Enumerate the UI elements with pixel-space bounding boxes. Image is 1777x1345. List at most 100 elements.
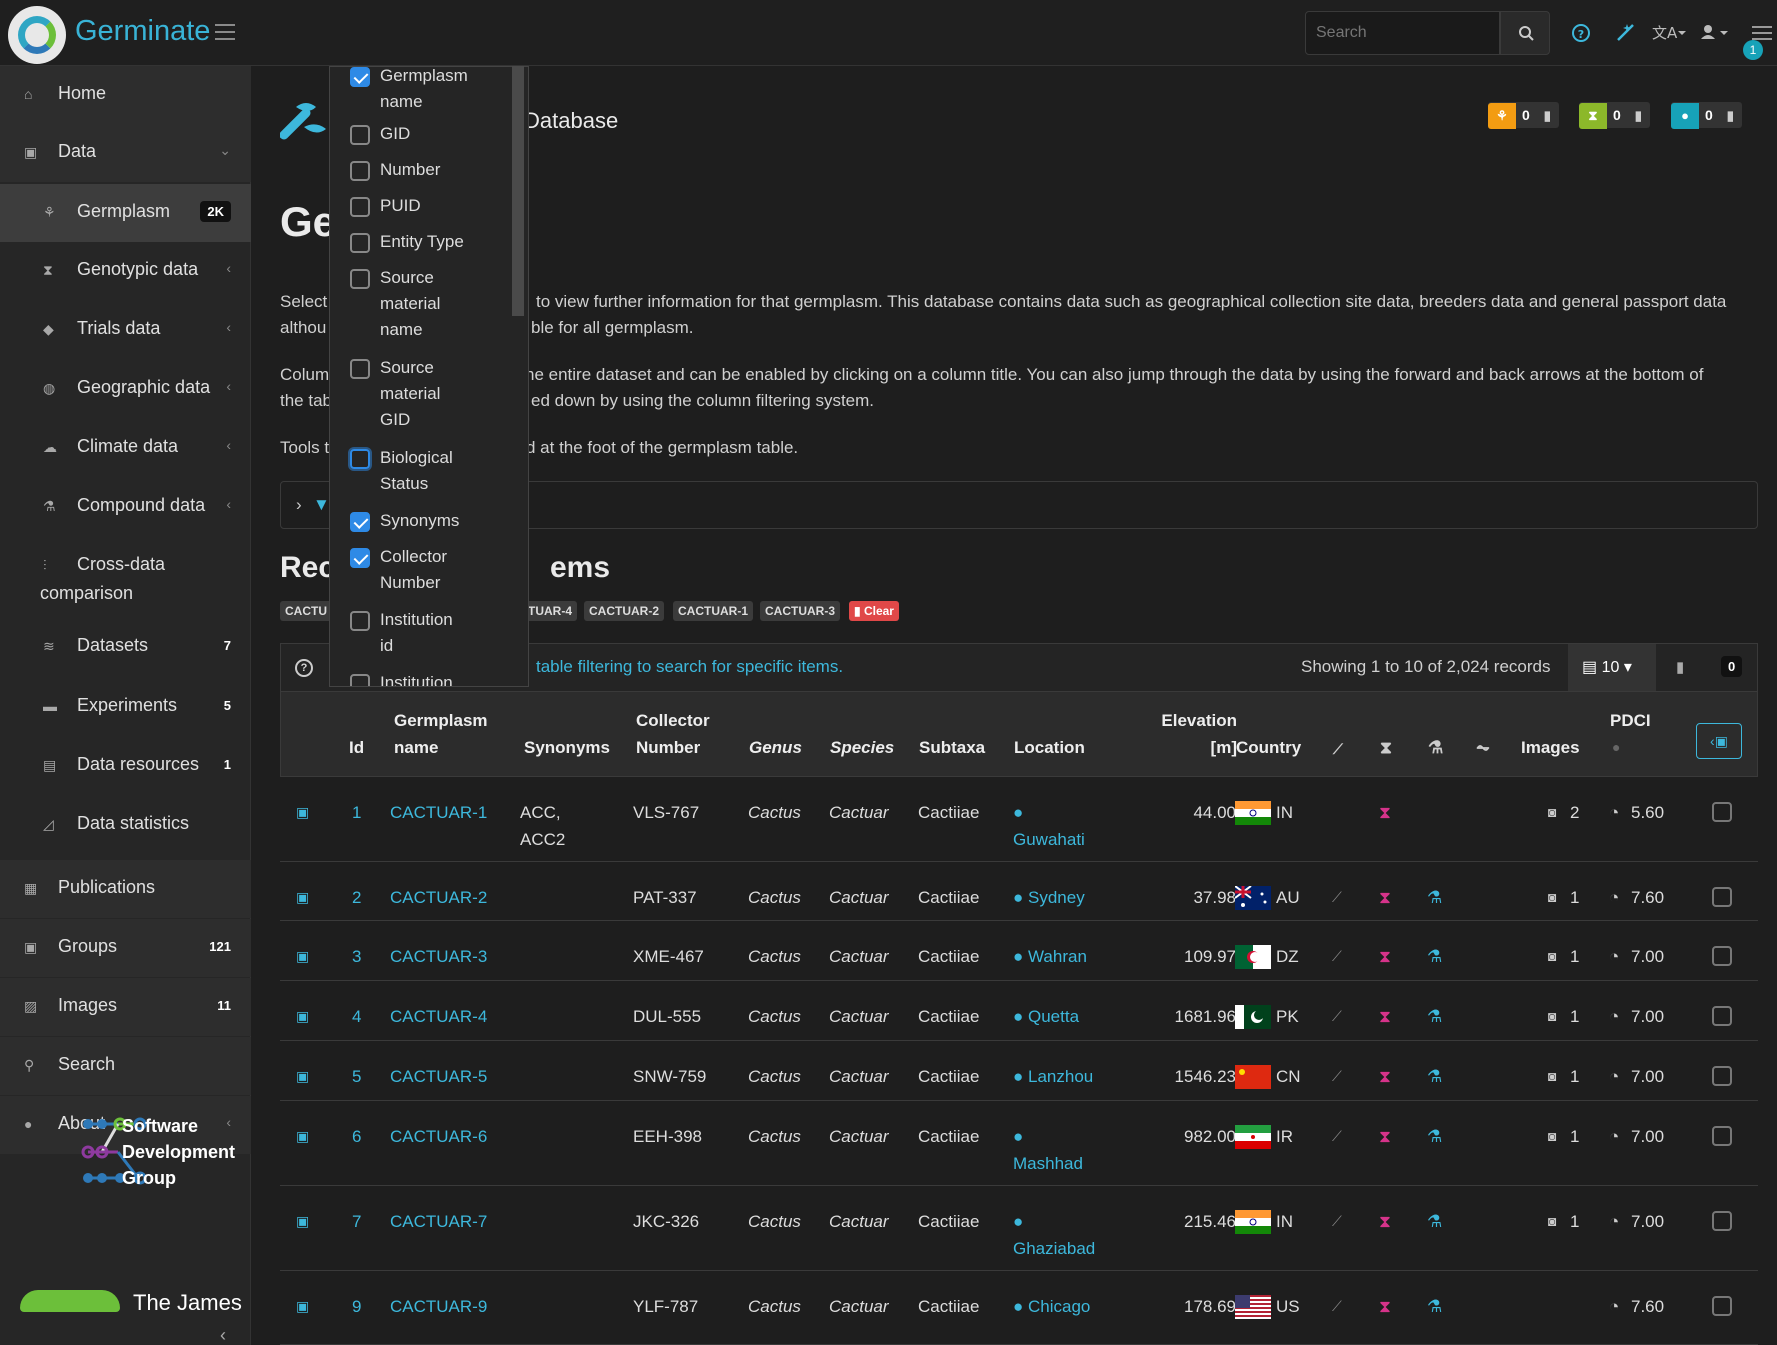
row-id[interactable]: 5 [352, 1063, 361, 1090]
pedigree-icon[interactable]: ⟋ [1332, 1208, 1342, 1235]
table-filter-hint[interactable]: table filtering to search for specific i… [536, 657, 843, 677]
flask-icon[interactable]: ⚗ [1428, 734, 1443, 761]
recent-tag[interactable]: CACTUAR-3 [760, 601, 840, 621]
hourglass-icon[interactable]: ⧗ [1379, 1208, 1391, 1235]
column-checkbox[interactable] [350, 611, 370, 631]
row-details-icon[interactable]: ▣ [296, 889, 309, 906]
camera-icon[interactable]: ◙ [1548, 1208, 1556, 1235]
row-select-checkbox[interactable] [1712, 1296, 1732, 1316]
column-header-images[interactable]: Images [1521, 734, 1580, 761]
sidebar-item-data[interactable]: ▣ Data ⌄ [0, 124, 251, 182]
sidebar-item-home[interactable]: ⌂ Home [0, 66, 251, 124]
menu-toggle-icon[interactable] [215, 24, 235, 45]
row-select-checkbox[interactable] [1712, 1006, 1732, 1026]
pedigree-icon[interactable]: ⟋ [1332, 1003, 1342, 1030]
germplasm-name-link[interactable]: CACTUAR-6 [390, 1123, 487, 1150]
camera-icon[interactable]: ◙ [1548, 943, 1556, 970]
trash-icon[interactable]: ▮ [1676, 658, 1684, 676]
sidebar-item-search[interactable]: ⚲ Search [0, 1037, 251, 1095]
column-header-germplasm-name[interactable]: Germplasm name [394, 707, 488, 761]
location-cell[interactable]: ● Chicago [1013, 1293, 1090, 1320]
sidebar-item-data-resources[interactable]: ▤ Data resources 1 [0, 737, 251, 795]
row-select-checkbox[interactable] [1712, 802, 1732, 822]
flask-icon[interactable]: ⚗ [1427, 1063, 1442, 1090]
flask-icon[interactable]: ⚗ [1427, 1003, 1442, 1030]
sidebar-item-genotypic-data[interactable]: ⧗ Genotypic data ‹ [0, 242, 251, 300]
trash-icon[interactable]: ▮ [1719, 103, 1742, 129]
table-row[interactable]: ▣ 1 CACTUAR-1 ACC, ACC2 VLS-767 Cactus Cactuar C… [280, 777, 1758, 862]
germplasm-name-link[interactable]: CACTUAR-7 [390, 1208, 487, 1235]
per-page-dropdown[interactable]: ▤ 10 ▾ [1568, 644, 1656, 691]
location-cell[interactable]: ● Mashhad [1013, 1123, 1083, 1177]
column-header-species[interactable]: Species [830, 734, 894, 761]
trash-icon[interactable]: ▮ [1627, 103, 1650, 129]
language-icon[interactable]: 文A [1652, 20, 1688, 46]
marked-germplasm-badge[interactable]: ⚘ 0 ▮ [1488, 102, 1559, 129]
search-input[interactable] [1305, 11, 1500, 55]
germplasm-name-link[interactable]: CACTUAR-3 [390, 943, 487, 970]
row-id[interactable]: 4 [352, 1003, 361, 1030]
clear-recent-button[interactable]: ▮ Clear [849, 601, 899, 621]
row-details-icon[interactable]: ▣ [296, 948, 309, 965]
recent-tag[interactable]: CACTUAR-2 [584, 601, 664, 621]
column-checkbox[interactable] [350, 359, 370, 379]
sidebar-item-geographic-data[interactable]: ◍ Geographic data ‹ [0, 360, 251, 418]
row-select-checkbox[interactable] [1712, 1126, 1732, 1146]
sidebar-item-datasets[interactable]: ≋ Datasets 7 [0, 618, 251, 676]
row-select-checkbox[interactable] [1712, 1211, 1732, 1231]
pedigree-icon[interactable]: ⟋ [1332, 943, 1342, 970]
column-header-country[interactable]: Country [1236, 734, 1301, 761]
location-cell[interactable]: ● Ghaziabad [1013, 1208, 1095, 1262]
row-id[interactable]: 9 [352, 1293, 361, 1320]
column-checkbox[interactable] [350, 197, 370, 217]
column-checkbox[interactable] [350, 674, 370, 686]
trash-icon[interactable]: ▮ [1536, 103, 1559, 129]
column-header-synonyms[interactable]: Synonyms [524, 734, 610, 761]
sidebar-item-images[interactable]: ▨ Images 11 [0, 978, 251, 1036]
flask-icon[interactable]: ⚗ [1427, 1123, 1442, 1150]
row-id[interactable]: 7 [352, 1208, 361, 1235]
help-icon[interactable]: ● [1612, 734, 1620, 761]
sidebar-item-germplasm[interactable]: ⚘ Germplasm 2K [0, 184, 251, 242]
select-all-toggle[interactable]: ‹▣ [1696, 723, 1742, 759]
recent-tag[interactable]: CACTU [280, 601, 332, 621]
column-header-subtaxa[interactable]: Subtaxa [919, 734, 985, 761]
hourglass-icon[interactable]: ⧗ [1379, 1003, 1391, 1030]
hourglass-icon[interactable]: ⧗ [1379, 1063, 1391, 1090]
row-id[interactable]: 2 [352, 884, 361, 911]
table-row[interactable]: ▣ 3 CACTUAR-3 XME-467 Cactus Cactuar Cactiiae ●… [280, 921, 1758, 981]
sidebar-item-climate-data[interactable]: ☁ Climate data ‹ [0, 419, 251, 477]
column-checkbox[interactable] [350, 269, 370, 289]
column-checkbox[interactable] [350, 512, 370, 532]
hourglass-icon[interactable]: ⧗ [1379, 1293, 1391, 1320]
theme-icon[interactable] [1615, 20, 1637, 46]
column-header-genus[interactable]: Genus [749, 734, 802, 761]
marked-markers-badge[interactable]: ⧗ 0 ▮ [1579, 102, 1650, 129]
hourglass-icon[interactable]: ⧗ [1379, 1123, 1391, 1150]
column-chooser-dropdown[interactable]: Germplasm name GID Number PUID Entity Type Sou… [329, 66, 529, 687]
flask-icon[interactable]: ⚗ [1427, 1208, 1442, 1235]
table-row[interactable]: ▣ 6 CACTUAR-6 EEH-398 Cactus Cactuar Cactiiae ●… [280, 1101, 1758, 1186]
column-checkbox[interactable] [350, 67, 370, 87]
chevron-right-icon[interactable]: › [296, 495, 302, 515]
location-cell[interactable]: ● Guwahati [1013, 799, 1085, 853]
location-cell[interactable]: ● Sydney [1013, 884, 1085, 911]
row-details-icon[interactable]: ▣ [296, 1213, 309, 1230]
row-details-icon[interactable]: ▣ [296, 1068, 309, 1085]
hutton-logo[interactable] [20, 1290, 120, 1312]
brand-name[interactable]: Germinate [75, 15, 210, 48]
camera-icon[interactable]: ◙ [1548, 1063, 1556, 1090]
row-details-icon[interactable]: ▣ [296, 1008, 309, 1025]
help-icon[interactable]: ? [295, 659, 313, 677]
column-checkbox[interactable] [350, 449, 370, 469]
row-select-checkbox[interactable] [1712, 887, 1732, 907]
recent-tag[interactable]: CACTUAR-1 [673, 601, 753, 621]
pedigree-icon[interactable]: ⟋ [1332, 1063, 1342, 1090]
table-row[interactable]: ▣ 2 CACTUAR-2 PAT-337 Cactus Cactuar Cactiiae ●… [280, 862, 1758, 921]
sidebar-collapse-icon[interactable]: ‹ [220, 1325, 226, 1345]
row-select-checkbox[interactable] [1712, 1066, 1732, 1086]
hourglass-icon[interactable]: ⧗ [1380, 734, 1392, 761]
row-id[interactable]: 6 [352, 1123, 361, 1150]
pedigree-icon[interactable]: ⟋ [1332, 1123, 1342, 1150]
row-details-icon[interactable]: ▣ [296, 1128, 309, 1145]
